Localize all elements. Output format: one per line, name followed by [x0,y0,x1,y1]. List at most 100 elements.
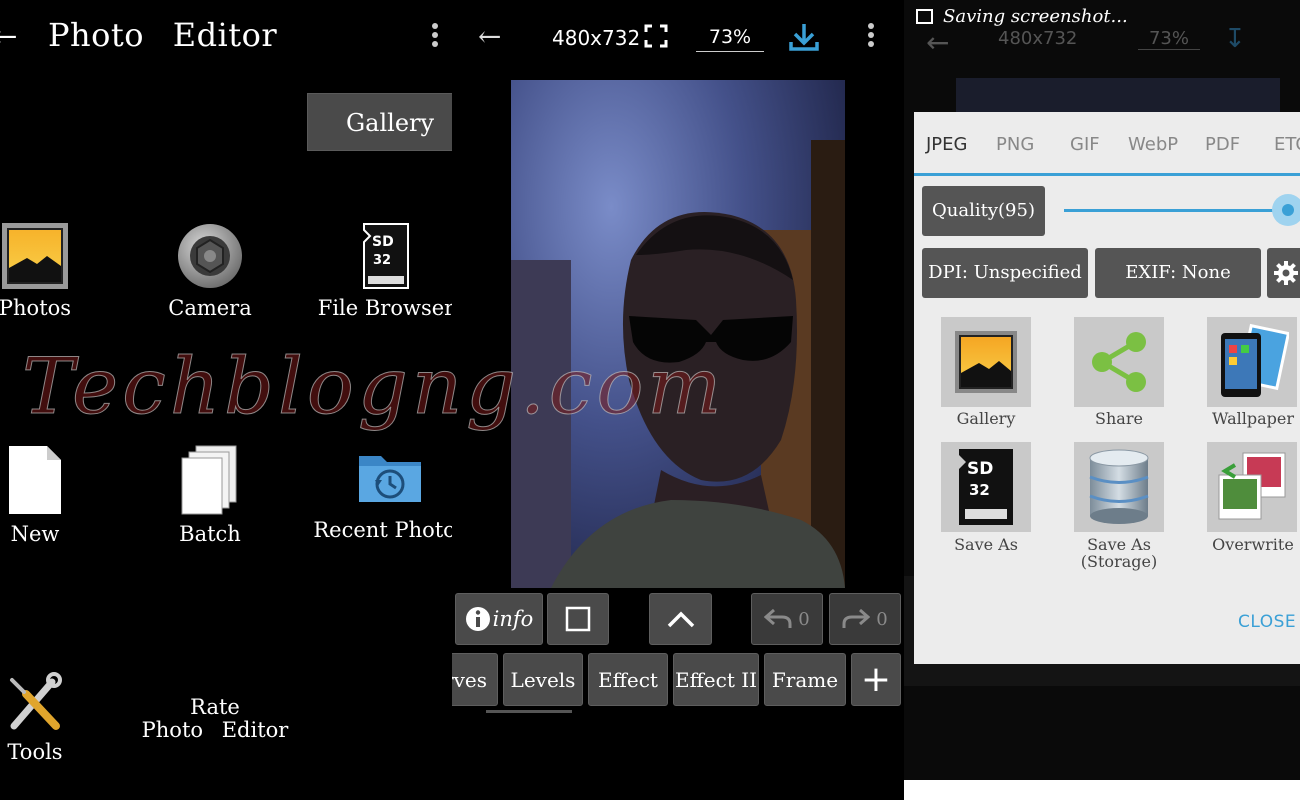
ghost-image-size: 480x732 [998,28,1078,49]
target-save-as[interactable]: SD 32 [941,442,1031,532]
chevron-up-icon [667,611,694,628]
target-gallery[interactable] [941,317,1031,407]
undo-button[interactable]: 0 [751,593,823,645]
batch-icon [181,445,237,515]
overflow-menu-icon[interactable] [867,23,875,51]
home-item-label: Batch [179,522,241,546]
tab-gif[interactable]: GIF [1070,134,1100,155]
target-share[interactable] [1074,317,1164,407]
gallery-button[interactable]: Gallery [307,93,452,151]
back-arrow-icon[interactable]: ← [0,20,17,53]
home-screen: ← Photo Editor Gallery Photos Camera SD … [0,0,452,800]
gear-icon [1274,261,1298,285]
home-item-new[interactable]: New [0,444,90,546]
square-select-icon [565,606,591,632]
app-title: Photo Editor [48,16,278,54]
camera-icon [178,224,242,288]
undo-icon [764,608,792,628]
ghost-back-icon: ← [926,26,950,59]
home-item-recent-photos[interactable]: Recent Photos [310,444,452,542]
gallery-icon [955,331,1017,393]
exif-button[interactable]: EXIF: None [1095,248,1261,298]
home-item-file-browser[interactable]: SD 32 File Browser [316,222,452,320]
sd-card-icon: SD 32 [959,449,1013,525]
home-item-batch[interactable]: Batch [150,444,270,546]
effects-scrollbar[interactable] [486,710,572,713]
photos-icon [2,223,68,289]
svg-text:SD: SD [372,234,394,250]
tab-pdf[interactable]: PDF [1205,134,1240,155]
image-notification-icon [916,9,933,24]
home-item-label: Tools [7,740,63,764]
home-item-camera[interactable]: Camera [150,222,270,320]
fullscreen-icon[interactable] [644,24,668,48]
home-item-label: Photos [0,296,72,320]
target-overwrite[interactable] [1207,442,1297,532]
overflow-menu-icon[interactable] [431,23,439,51]
download-icon[interactable] [788,22,820,52]
rate-label: Rate [190,695,240,719]
portrait-image [511,140,845,588]
quality-button[interactable]: Quality(95) [922,186,1045,236]
status-text: Saving screenshot... [943,6,1128,27]
dpi-button[interactable]: DPI: Unspecified [922,248,1088,298]
overwrite-icon [1218,452,1286,520]
add-effect-button[interactable]: + [851,653,901,706]
zoom-level[interactable]: 73% [696,26,764,52]
effect-curves-button[interactable]: rves [452,653,498,706]
save-dialog: JPEG PNG GIF WebP PDF ETC Quality(95) DP… [914,112,1300,664]
tab-jpeg[interactable]: JPEG [926,134,967,155]
target-label: Share [1095,409,1143,428]
effect-frame-button[interactable]: Frame [764,653,846,706]
target-label: Save As (Storage) [1059,536,1179,570]
undo-count: 0 [798,608,810,630]
settings-button[interactable] [1267,248,1300,298]
home-item-label: Recent Photos [313,518,452,542]
bottom-strip [904,780,1300,800]
redo-button[interactable]: 0 [829,593,901,645]
home-item-tools[interactable]: Tools [0,672,90,764]
info-label: info [492,607,534,631]
database-icon [1089,449,1149,524]
ghost-download-icon: ↧ [1224,24,1246,54]
home-item-label: Camera [168,296,252,320]
edited-photo[interactable] [511,80,845,588]
info-icon [465,607,490,631]
target-label: Wallpaper [1212,409,1294,428]
home-item-label: File Browser [317,296,452,320]
format-tabs: JPEG PNG GIF WebP PDF ETC [914,112,1300,176]
target-save-as-storage[interactable] [1074,442,1164,532]
quality-slider[interactable] [1064,209,1296,212]
target-wallpaper[interactable] [1207,317,1297,407]
info-button[interactable]: info [455,593,543,645]
expand-up-button[interactable] [649,593,712,645]
rate-app-link[interactable]: Rate Photo Editor [130,696,300,742]
tools-icon [10,672,62,730]
tab-png[interactable]: PNG [996,134,1034,155]
status-bar: Saving screenshot... [916,6,1128,27]
select-button[interactable] [547,593,609,645]
redo-count: 0 [876,608,888,630]
close-button[interactable]: CLOSE [1238,612,1296,632]
back-arrow-icon[interactable]: ← [478,20,501,53]
tab-etc[interactable]: ETC [1274,134,1300,155]
svg-text:32: 32 [373,253,391,268]
effect-levels-button[interactable]: Levels [503,653,583,706]
tab-webp[interactable]: WebP [1128,134,1178,155]
home-item-photos[interactable]: Photos [0,222,90,320]
recent-folder-icon [359,456,421,502]
target-label: Overwrite [1212,535,1294,554]
save-screen: ← 480x732 73% ↧ Saving screenshot... JPE… [904,0,1300,800]
quality-slider-thumb[interactable] [1272,194,1300,226]
home-item-label: New [10,522,60,546]
effect-effect-button[interactable]: Effect [588,653,668,706]
ghost-zoom: 73% [1138,28,1200,50]
effect-effect-ii-button[interactable]: Effect II [673,653,759,706]
svg-text:SD: SD [967,459,993,479]
redo-icon [842,608,871,628]
editor-screen: ← 480x732 73% info 0 0 ves Levels Effect… [452,0,904,800]
new-file-icon [9,446,61,514]
image-size: 480x732 [552,26,641,50]
rate-app-name: Photo Editor [141,718,289,742]
share-icon [1092,332,1146,392]
